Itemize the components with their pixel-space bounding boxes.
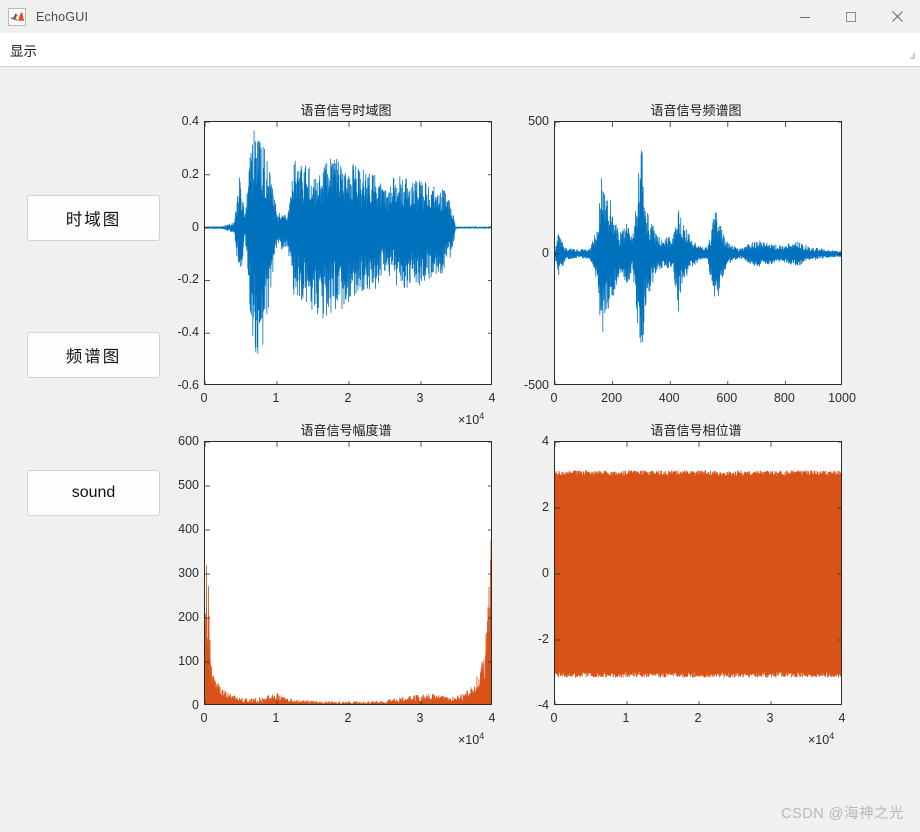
magnitude-spectrum-plot-xtick: 2 <box>344 711 352 725</box>
phase-spectrum-plot-xtick: 1 <box>622 711 630 725</box>
magnitude-spectrum-plot-xtick: 0 <box>200 711 208 725</box>
phase-spectrum-plot-ytick: 2 <box>542 500 549 514</box>
phase-spectrum-title: 语音信号相位谱 <box>650 423 742 438</box>
frequency-spectrum-plot-ytick: 500 <box>528 114 549 128</box>
spectrum-button-label: 频谱图 <box>65 348 122 366</box>
frequency-spectrum-plot-area[interactable] <box>554 121 842 385</box>
frequency-spectrum-plot-xtick: 600 <box>716 391 738 405</box>
phase-spectrum-plot-ytick: 0 <box>542 566 549 580</box>
sound-button[interactable]: sound <box>27 470 160 516</box>
phase-spectrum-plot-ytick: -2 <box>537 632 549 646</box>
maximize-button[interactable] <box>828 0 874 33</box>
time-domain-plot-xtick: 2 <box>344 391 352 405</box>
phase-spectrum-axes: 语音信号相位谱 <box>546 417 846 757</box>
magnitude-spectrum-plot-xtick: 1 <box>272 711 280 725</box>
magnitude-spectrum-plot-area[interactable] <box>204 441 492 705</box>
frequency-spectrum-plot-xtick: 800 <box>773 391 795 405</box>
title-bar: EchoGUI <box>0 0 920 34</box>
frequency-spectrum-plot-xtick: 200 <box>601 391 623 405</box>
menu-item-display[interactable]: 显示 <box>4 40 43 60</box>
client-area: 时域图 频谱图 sound 语音信号时域图 语音信号频谱图 语音信号幅度谱 语音… <box>0 67 920 832</box>
frequency-spectrum-waveform <box>555 122 841 384</box>
magnitude-spectrum-waveform <box>205 442 491 704</box>
frequency-spectrum-axes: 语音信号频谱图 <box>546 97 846 437</box>
time-domain-plot-xtick: 4 <box>488 391 496 405</box>
close-icon <box>891 11 903 22</box>
time-domain-plot-xtick: 3 <box>416 391 424 405</box>
magnitude-spectrum-plot-xtick: 4 <box>488 711 496 725</box>
minimize-icon <box>800 16 810 18</box>
phase-spectrum-plot-ytick: 4 <box>542 434 549 448</box>
time-domain-plot-ytick: 0.2 <box>181 166 199 181</box>
window-title: EchoGUI <box>36 9 89 24</box>
magnitude-spectrum-plot-x-exponent: ×104 <box>458 731 485 748</box>
time-domain-plot-ytick: 0 <box>192 219 199 234</box>
time-domain-plot-ytick: 0.4 <box>181 114 199 128</box>
time-domain-button[interactable]: 时域图 <box>27 195 160 241</box>
magnitude-spectrum-plot-ytick: 100 <box>178 654 199 668</box>
magnitude-spectrum-plot-ytick: 200 <box>178 610 199 624</box>
time-domain-plot-ytick: -0.6 <box>177 378 199 392</box>
magnitude-spectrum-title: 语音信号幅度谱 <box>300 423 392 438</box>
spectrum-button[interactable]: 频谱图 <box>27 332 160 378</box>
phase-spectrum-waveform <box>555 442 841 704</box>
maximize-icon <box>846 11 856 22</box>
phase-spectrum-plot-ytick: -4 <box>537 698 549 712</box>
time-domain-button-label: 时域图 <box>65 211 122 229</box>
magnitude-spectrum-plot-ytick: 500 <box>178 478 199 492</box>
phase-spectrum-plot-xtick: 0 <box>550 711 558 725</box>
frequency-spectrum-plot-ytick: 0 <box>542 246 549 260</box>
magnitude-spectrum-axes: 语音信号幅度谱 <box>196 417 496 757</box>
phase-spectrum-plot-area[interactable] <box>554 441 842 705</box>
frequency-spectrum-plot-xtick: 1000 <box>828 391 856 405</box>
phase-spectrum-plot-xtick: 3 <box>766 711 774 725</box>
time-domain-plot-xtick: 1 <box>272 391 280 405</box>
menu-bar: 显示 <box>0 33 920 67</box>
time-domain-plot-ytick: -0.2 <box>177 272 199 287</box>
magnitude-spectrum-plot-xtick: 3 <box>416 711 424 725</box>
watermark: CSDN @海神之光 <box>781 806 904 822</box>
matlab-icon <box>8 7 26 26</box>
magnitude-spectrum-plot-ytick: 300 <box>178 566 199 580</box>
echogui-window: EchoGUI 显示 时域图 频谱图 sound 语音信号时域图 语音信号频谱图… <box>0 0 920 832</box>
phase-spectrum-plot-x-exponent: ×104 <box>808 731 835 748</box>
time-domain-title: 语音信号时域图 <box>300 103 392 118</box>
close-button[interactable] <box>874 0 920 33</box>
magnitude-spectrum-plot-ytick: 400 <box>178 522 199 536</box>
sound-button-label: sound <box>71 484 116 501</box>
time-domain-plot-ytick: -0.4 <box>177 325 199 340</box>
magnitude-spectrum-plot-ytick: 0 <box>192 698 199 712</box>
frequency-spectrum-plot-ytick: -500 <box>523 378 549 392</box>
time-domain-plot-area[interactable] <box>204 121 492 385</box>
time-domain-plot-xtick: 0 <box>200 391 208 405</box>
window-controls <box>782 0 920 33</box>
time-domain-plot-x-exponent: ×104 <box>458 411 485 428</box>
phase-spectrum-plot-xtick: 2 <box>694 711 702 725</box>
phase-spectrum-plot-xtick: 4 <box>838 711 846 725</box>
magnitude-spectrum-plot-ytick: 600 <box>178 434 199 448</box>
resize-grip-icon <box>910 53 915 59</box>
frequency-spectrum-plot-xtick: 0 <box>550 391 558 405</box>
frequency-spectrum-title: 语音信号频谱图 <box>650 103 742 118</box>
time-domain-waveform <box>205 122 491 384</box>
minimize-button[interactable] <box>782 0 828 33</box>
time-domain-axes: 语音信号时域图 <box>196 97 496 437</box>
frequency-spectrum-plot-xtick: 400 <box>658 391 680 405</box>
